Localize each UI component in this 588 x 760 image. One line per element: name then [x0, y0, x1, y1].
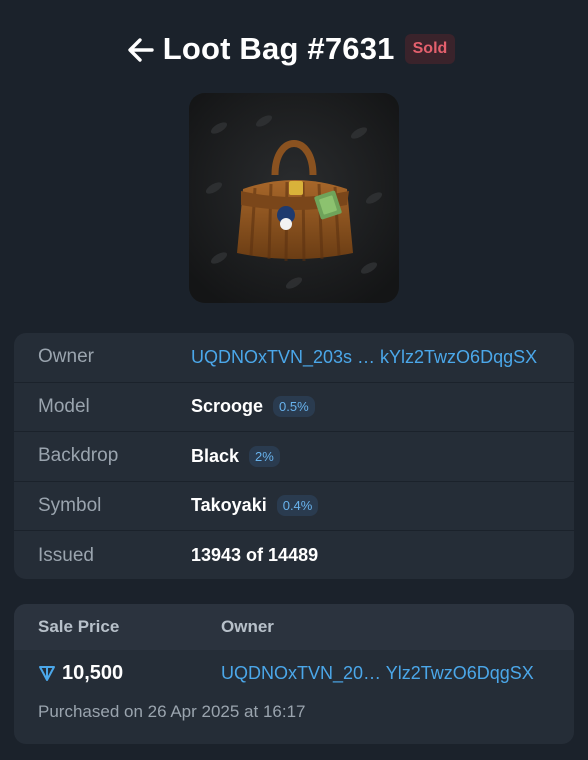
status-badge: Sold	[404, 34, 456, 64]
page-title: Loot Bag #7631	[162, 31, 395, 66]
issued-value: 13943 of 14489	[191, 545, 319, 566]
sale-owner-link[interactable]: UQDNOxTVN_20… Ylz2TwzO6DqgSX	[221, 663, 534, 684]
sale-price: 10,500	[14, 662, 221, 685]
symbol-rarity-badge: 0.4%	[276, 495, 319, 517]
sale-table-header: Sale Price Owner	[14, 604, 574, 650]
loot-bag-image	[189, 93, 399, 303]
model-row: Model Scrooge 0.5%	[14, 383, 574, 432]
header: Loot Bag #7631 Sold	[0, 26, 588, 72]
sale-price-header: Sale Price	[38, 617, 120, 636]
model-value: Scrooge 0.5%	[191, 396, 315, 418]
symbol-row: Symbol Takoyaki 0.4%	[14, 482, 574, 531]
sale-card: Sale Price Owner 10,500 UQDNOxTVN_20… Yl…	[14, 604, 574, 744]
arrow-left-icon[interactable]	[124, 33, 158, 67]
model-label: Model	[38, 395, 90, 417]
symbol-name: Takoyaki	[191, 495, 267, 516]
sale-price-value: 10,500	[62, 661, 124, 684]
backdrop-rarity-badge: 2%	[249, 445, 280, 467]
ton-diamond-icon	[39, 666, 55, 681]
attributes-card: Owner UQDNOxTVN_203s … kYlz2TwzO6DqgSX M…	[14, 333, 574, 579]
owner-address-link[interactable]: UQDNOxTVN_203s … kYlz2TwzO6DqgSX	[191, 347, 537, 368]
owner-label: Owner	[38, 346, 94, 368]
backdrop-row: Backdrop Black 2%	[14, 432, 574, 482]
issued-label: Issued	[38, 544, 94, 566]
sale-row: 10,500 UQDNOxTVN_20… Ylz2TwzO6DqgSX	[14, 650, 574, 696]
owner-row: Owner UQDNOxTVN_203s … kYlz2TwzO6DqgSX	[14, 333, 574, 383]
backdrop-name: Black	[191, 445, 240, 466]
symbol-value: Takoyaki 0.4%	[191, 495, 319, 517]
model-name: Scrooge	[191, 396, 264, 417]
issued-row: Issued 13943 of 14489	[14, 531, 574, 581]
purchase-date: Purchased on 26 Apr 2025 at 16:17	[38, 702, 306, 721]
backdrop-value: Black 2%	[191, 445, 280, 467]
symbol-label: Symbol	[38, 494, 102, 516]
sale-owner-header: Owner	[221, 617, 274, 636]
backdrop-label: Backdrop	[38, 445, 119, 467]
nft-image	[189, 93, 399, 303]
model-rarity-badge: 0.5%	[273, 396, 315, 418]
